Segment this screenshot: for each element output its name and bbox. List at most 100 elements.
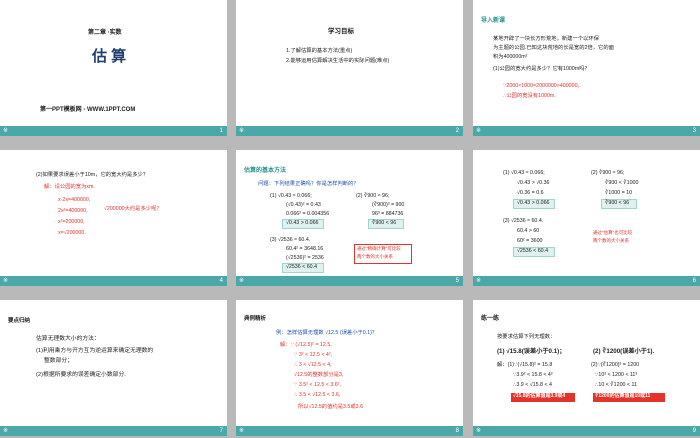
step-line: 解：(1)∵(√15.8)² = 15.8 (497, 362, 553, 368)
slide-bar: ※ 6 (473, 276, 700, 286)
item-text: (1) √15.8(误差小于0.1)； (497, 348, 566, 355)
answer-text: √15.8的估算值是3.9或4 (513, 393, 566, 399)
step-line: (2)∵(∛1200)³ = 1200 (591, 362, 640, 368)
work-line: (2) ∛900 ≈ 96; (356, 193, 390, 199)
work-line: ∛900 < 96 (605, 200, 630, 206)
step-line: x²=200000, (58, 219, 85, 225)
slide-number: 4 (219, 278, 223, 284)
star-icon: ※ (3, 428, 9, 434)
step-line: 解：∵ (√12.5)² = 12.5, (280, 342, 332, 348)
work-line: ∛1000 = 10 (605, 190, 633, 196)
step-line: ∴ 3.5 < √12.5 < 3.6, (294, 392, 341, 398)
slide-6[interactable]: (1) √0.43 ≈ 0.066; √0.43 > √0.36 √0.36 =… (473, 150, 700, 286)
slide-number: 9 (692, 428, 696, 434)
slide-heading: 导入新课 (481, 18, 506, 24)
work-line: (2) ∛900 ≈ 96; (591, 170, 625, 176)
question-text: 例：怎样估算无理数 √12.5 (误差小于0.1)？ (276, 330, 378, 336)
work-line: ∛900 < 96 (372, 220, 397, 226)
work-line: (3) √2536 ≈ 60.4. (270, 237, 311, 243)
step-line: ∵10³ < 1200 < 11³ (595, 372, 638, 378)
slide-bar: ※ 5 (236, 276, 463, 286)
slide-1[interactable]: 第二章 ·实数 估 算 第一PPT模板网 - WWW.1PPT.COM ※ 1 (0, 0, 227, 136)
step-line: √12.5的整数部分是3, (294, 372, 344, 378)
solution-text: 解：设公园的宽为xm. (44, 184, 95, 190)
work-line: √0.43 > √0.36 (517, 180, 550, 186)
text-line: 估算无理数大小的方法： (36, 336, 100, 342)
work-line: (1) √0.43 ≈ 0.066; (270, 193, 312, 199)
work-line: √2536 < 60.4 (517, 248, 549, 254)
slide-number: 5 (455, 278, 459, 284)
slide-bar: ※ 8 (236, 426, 463, 436)
step-line: ∴ 3 < √12.5 < 4, (294, 362, 332, 368)
star-icon: ※ (3, 128, 9, 134)
text-line: 为主题的公园.已知这块荒地的长是宽的2倍，它的面 (493, 45, 614, 51)
slide-bar: ※ 2 (236, 126, 463, 136)
tip-text: 两个数的大小关系 (357, 254, 393, 259)
work-line: (1) √0.43 ≈ 0.066; (503, 170, 545, 176)
text-line: 整数部分； (44, 358, 73, 364)
text-line: ∵2000×1000=2000000>400000， (503, 83, 583, 89)
star-icon: ※ (476, 278, 482, 284)
work-line: 60.4² = 3648.16 (286, 246, 324, 252)
question-text: 按要求估算下列无理数： (497, 334, 556, 340)
slide-heading: 估算的基本方法 (244, 168, 287, 174)
text-line: ∴公园的宽没有1000m. (503, 93, 556, 99)
work-line: (√2536)² = 2536 (286, 255, 324, 261)
star-icon: ※ (239, 128, 245, 134)
tip-text: 通过"精确计算"可比较 (357, 246, 401, 251)
tip-text: 通过"估算"也可比较 (593, 230, 633, 235)
note-text: √200000大约是多少呢？ (104, 206, 162, 212)
step-line: 2x²=400000, (58, 208, 88, 214)
text-line: (2)根据所要求的误差确定小数部分. (36, 372, 126, 378)
work-line: √0.36 = 0.6 (517, 190, 544, 196)
slide-9[interactable]: 练一练 按要求估算下列无理数： (1) √15.8(误差小于0.1)； (2) … (473, 300, 700, 436)
slide-heading: 学习目标 (328, 28, 354, 35)
text-line: 2.能够运用估算解决生活中的实际问题(难点) (286, 58, 390, 64)
work-line: 60.4 > 60 (517, 228, 540, 234)
step-line: x·2x=400000, (58, 197, 91, 203)
step-line: 所以√12.5的值约是3.5或3.6 (298, 404, 364, 410)
step-line: ∴3.9 < √15.8 < 4 (513, 382, 552, 388)
item-text: (2) ∛1200(误差小于1). (593, 348, 655, 355)
slide-7[interactable]: 要点归纳 估算无理数大小的方法： (1)利用乘方与开方互为逆运算来确定无理数的 … (0, 300, 227, 436)
slide-5[interactable]: 估算的基本方法 问题：下列结果正确吗？你是怎样判断的？ (1) √0.43 ≈ … (236, 150, 463, 286)
star-icon: ※ (239, 428, 245, 434)
text-line: (1)利用乘方与开方互为逆运算来确定无理数的 (36, 348, 154, 354)
chapter-label: 第二章 ·实数 (88, 30, 122, 36)
slide-2[interactable]: 学习目标 1.了解估算的基本方法(重点) 2.能够运用估算解决生活中的实际问题(… (236, 0, 463, 136)
step-line: ∵3.9² < 15.8 < 4² (513, 372, 553, 378)
work-line: 96³ = 884736 (372, 211, 404, 217)
work-line: (√0.43)² = 0.43 (286, 202, 321, 208)
slide-heading: 典例精析 (244, 316, 267, 322)
slide-number: 1 (219, 128, 223, 134)
tip-text: 两个数的大小关系 (593, 238, 629, 243)
step-line: ∵ 3² < 12.5 < 4², (294, 352, 333, 358)
slide-header (473, 0, 700, 14)
work-line: 60² = 3600 (517, 238, 543, 244)
slide-bar: ※ 3 (473, 126, 700, 136)
slide-title: 估 算 (92, 48, 127, 65)
step-line: x=√200000. (58, 230, 86, 236)
star-icon: ※ (476, 428, 482, 434)
slide-number: 3 (692, 128, 696, 134)
slide-heading: 要点归纳 (8, 318, 31, 324)
answer-text: ∛1200的估算值是10或11 (595, 393, 651, 399)
work-line: (∛900)³ = 900 (372, 202, 405, 208)
text-line: 1.了解估算的基本方法(重点) (286, 48, 353, 54)
slide-bar: ※ 7 (0, 426, 227, 436)
slide-bar: ※ 4 (0, 276, 227, 286)
slide-3[interactable]: 导入新课 某地开辟了一块长方形荒地，新建一个以环保 为主题的公园.已知这块荒地的… (473, 0, 700, 136)
work-line: (3) √2536 ≈ 60.4. (503, 218, 544, 224)
slide-number: 2 (455, 128, 459, 134)
slide-number: 7 (219, 428, 223, 434)
text-line: (1)公园的宽大约是多少？它有1000m吗？ (493, 66, 590, 72)
slide-heading: 练一练 (481, 316, 500, 322)
work-line: ∛900 < ∛1000 (605, 180, 639, 186)
question-text: 问题：下列结果正确吗？你是怎样判断的？ (258, 181, 359, 187)
footer-text: 第一PPT模板网 - WWW.1PPT.COM (40, 107, 136, 113)
text-line: 积为400000m² (493, 54, 528, 60)
slide-4[interactable]: (2)如果要求误差小于10m，它的宽大约是多少？ 解：设公园的宽为xm. x·2… (0, 150, 227, 286)
work-line: 0.066² = 0.004356 (286, 211, 330, 217)
step-line: ∵ 3.5² < 12.5 < 3.6², (294, 382, 341, 388)
slide-8[interactable]: 典例精析 例：怎样估算无理数 √12.5 (误差小于0.1)？ 解：∵ (√12… (236, 300, 463, 436)
